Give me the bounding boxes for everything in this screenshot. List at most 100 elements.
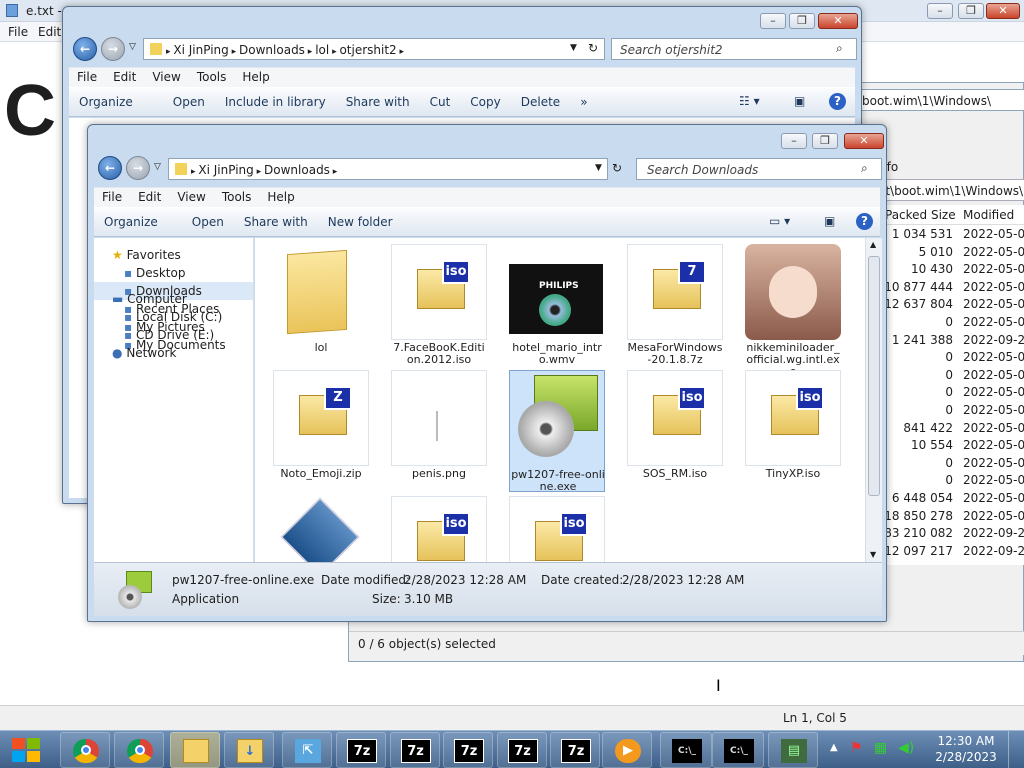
notepad-text[interactable]: C (4, 70, 56, 152)
back-nav-history-icon[interactable]: ▽ (129, 42, 136, 52)
table-row[interactable]: 1 241 388 2022-09-25 (879, 331, 1024, 348)
file-item[interactable]: iso TinyXP.iso (745, 370, 841, 492)
table-row[interactable]: 841 422 2022-05-07 (879, 419, 1024, 436)
back-nav-forward-button[interactable]: → (101, 37, 125, 61)
taskbar-sevenzip-1[interactable]: 7z (336, 732, 386, 768)
sevenzip-path-top[interactable]: boot.wim\1\Windows\ (857, 89, 1024, 111)
back-menu-help[interactable]: Help (234, 68, 277, 84)
taskbar-remote-app[interactable]: ⇱ (282, 732, 332, 768)
back-search-box[interactable]: Search otjershit2 ⌕ (611, 38, 857, 60)
table-row[interactable]: 12 637 804 2022-05-07 (879, 295, 1024, 312)
notepad-close-button[interactable]: ✕ (986, 3, 1020, 19)
file-item[interactable]: iso (509, 496, 605, 562)
breadcrumb-item[interactable]: lol (315, 43, 329, 57)
address-bar[interactable]: ▸ Xi JinPing ▸ Downloads ▸ ▼ (168, 158, 608, 180)
table-row[interactable]: 0 2022-05-07 (879, 454, 1024, 471)
table-row[interactable]: 0 2022-05-07 (879, 313, 1024, 330)
file-item[interactable]: 7 MesaForWindows-20.1.8.7z (627, 244, 723, 366)
file-item[interactable]: nikkeminiloader_official.wg.intl.exe (745, 244, 841, 378)
refresh-icon[interactable]: ↻ (612, 161, 622, 175)
vertical-scrollbar[interactable]: ▲ ▼ (865, 238, 882, 562)
file-item[interactable]: PHILIPS hotel_mario_intro.wmv (509, 244, 605, 366)
notepad-maximize-button[interactable]: ❐ (958, 3, 984, 19)
back-menu-file[interactable]: File (69, 68, 105, 84)
file-item[interactable]: pw1207-free-online.exe (509, 370, 605, 493)
taskbar-chrome-2[interactable] (114, 732, 164, 768)
menu-file[interactable]: File (94, 188, 130, 204)
breadcrumb-item[interactable]: Xi JinPing (198, 163, 253, 177)
menu-view[interactable]: View (169, 188, 213, 204)
table-row[interactable]: 10 877 444 2022-05-07 (879, 278, 1024, 295)
share-with-button[interactable]: Share with (234, 208, 318, 229)
open-button[interactable]: Open (168, 208, 234, 229)
column-modified[interactable]: Modified (963, 208, 1014, 222)
back-nav-back-button[interactable]: ← (73, 37, 97, 61)
breadcrumb-item[interactable]: Downloads (239, 43, 305, 57)
breadcrumb-separator-icon[interactable]: ▸ (329, 47, 339, 57)
minimize-button[interactable]: – (781, 133, 807, 149)
clock-time[interactable]: 12:30 AM (934, 734, 998, 748)
file-item[interactable]: iso 7.FaceBooK.Edition.2012.iso (391, 244, 487, 366)
taskbar-media-player[interactable]: ▶ (602, 732, 652, 768)
nav-network[interactable]: ● Network (94, 344, 253, 362)
taskbar-sevenzip-3[interactable]: 7z (443, 732, 493, 768)
back-organize-button[interactable]: Organize (69, 88, 143, 109)
back-refresh-icon[interactable]: ↻ (588, 41, 598, 55)
nav-computer[interactable]: ▬ Computer (94, 290, 253, 308)
back-include-library-button[interactable]: Include in library (215, 88, 336, 109)
column-packed-size[interactable]: Packed Size (885, 208, 956, 222)
back-address-bar[interactable]: ▸ Xi JinPing ▸ Downloads ▸ lol ▸ otjersh… (143, 38, 605, 60)
file-item[interactable]: penis.png (391, 370, 487, 492)
search-box[interactable]: Search Downloads ⌕ (636, 158, 882, 180)
back-menu-edit[interactable]: Edit (105, 68, 144, 84)
file-item[interactable]: Z Noto_Emoji.zip (273, 370, 369, 492)
table-row[interactable]: 18 850 278 2022-05-07 (879, 507, 1024, 524)
file-item[interactable]: lol (273, 244, 369, 366)
file-item[interactable] (273, 496, 369, 562)
table-row[interactable]: 0 2022-05-07 (879, 383, 1024, 400)
address-dropdown-icon[interactable]: ▼ (595, 163, 602, 173)
taskbar-downloads[interactable]: ↓ (224, 732, 274, 768)
file-item[interactable]: iso (391, 496, 487, 562)
search-icon[interactable]: ⌕ (861, 161, 868, 176)
table-row[interactable]: 0 2022-05-07 (879, 348, 1024, 365)
nav-item-local-disk-c-[interactable]: ▪ Local Disk (C:) (94, 308, 253, 326)
notepad-menu-edit[interactable]: Edit (38, 25, 61, 39)
back-share-with-button[interactable]: Share with (336, 88, 420, 109)
table-row[interactable]: 83 210 082 2022-09-25 (879, 524, 1024, 541)
table-row[interactable]: 1 034 531 2022-05-07 (879, 225, 1024, 242)
breadcrumb-separator-icon[interactable]: ▸ (397, 47, 405, 57)
back-copy-button[interactable]: Copy (460, 88, 510, 109)
file-item[interactable]: iso SOS_RM.iso (627, 370, 723, 492)
taskbar-sevenzip-4[interactable]: 7z (496, 732, 547, 768)
scroll-down-icon[interactable]: ▼ (870, 550, 876, 559)
taskbar-sevenzip-5[interactable]: 7z (550, 732, 600, 768)
back-maximize-button[interactable]: ❐ (789, 13, 815, 29)
breadcrumb-separator-icon[interactable]: ▸ (229, 47, 239, 57)
back-search-icon[interactable]: ⌕ (836, 41, 843, 56)
back-address-dropdown-icon[interactable]: ▼ (570, 43, 577, 53)
breadcrumb-item[interactable]: Downloads (264, 163, 330, 177)
table-row[interactable]: 6 448 054 2022-05-07 (879, 489, 1024, 506)
back-preview-pane-icon[interactable]: ▣ (784, 88, 815, 108)
sevenzip-path-bottom[interactable]: it\boot.wim\1\Windows\ (879, 179, 1024, 201)
views-icon[interactable]: ▭ ▾ (759, 208, 800, 228)
taskbar-task-manager[interactable]: ▤ (768, 732, 818, 768)
nav-favorites[interactable]: ★ Favorites (94, 246, 253, 264)
back-close-button[interactable]: ✕ (818, 13, 858, 29)
show-desktop-button[interactable] (1008, 731, 1024, 768)
new-folder-button[interactable]: New folder (318, 208, 403, 229)
back-open-button[interactable]: Open (143, 88, 215, 109)
back-more-button[interactable]: » (570, 88, 597, 109)
scroll-up-icon[interactable]: ▲ (870, 240, 876, 249)
start-button[interactable] (8, 735, 44, 765)
nav-back-button[interactable]: ← (98, 156, 122, 180)
menu-help[interactable]: Help (259, 188, 302, 204)
preview-pane-icon[interactable]: ▣ (814, 208, 845, 228)
menu-edit[interactable]: Edit (130, 188, 169, 204)
organize-button[interactable]: Organize (94, 208, 168, 229)
back-views-icon[interactable]: ☷ ▾ (729, 88, 770, 108)
tray-expand-icon[interactable]: ▲ (830, 742, 838, 753)
back-minimize-button[interactable]: – (760, 13, 786, 29)
table-row[interactable]: 12 097 217 2022-09-25 (879, 542, 1024, 559)
